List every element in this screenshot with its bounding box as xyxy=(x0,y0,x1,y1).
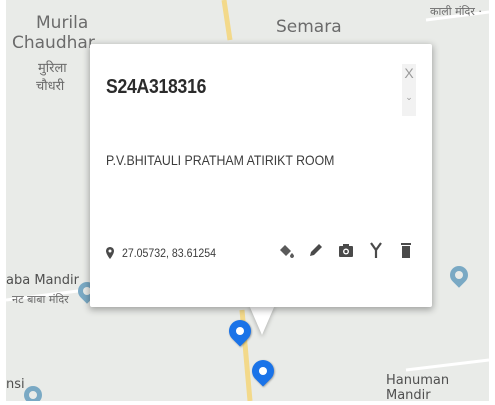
pencil-icon[interactable] xyxy=(306,240,326,260)
info-popup: S24A318316 X ⌄ P.V.BHITAULI PRATHAM ATIR… xyxy=(90,44,432,307)
coordinates-text: 27.05732, 83.61254 xyxy=(122,246,216,260)
close-icon: X xyxy=(404,65,414,81)
place-label-bottom-left: nsi xyxy=(6,377,25,392)
chevron-down-icon: ⌄ xyxy=(405,92,413,102)
place-label-chaudhari-hindi: चौधरी xyxy=(36,79,65,94)
place-label-murila-hindi: मुरिला xyxy=(38,61,67,76)
close-button[interactable]: X ⌄ xyxy=(402,64,416,116)
place-label-semara: Semara xyxy=(276,17,342,37)
place-label-baba-mandir-hindi: नट बाबा मंदिर xyxy=(12,293,69,306)
coordinates-row: 27.05732, 83.61254 xyxy=(106,246,229,260)
place-label-kali-mandir: काली मंदिर · xyxy=(430,5,482,18)
fork-icon[interactable] xyxy=(366,240,386,260)
popup-actions xyxy=(276,240,426,260)
location-pin-icon xyxy=(106,247,114,259)
popup-title: S24A318316 xyxy=(106,76,207,98)
place-label-baba-mandir: aba Mandir xyxy=(6,273,79,288)
paint-bucket-icon[interactable] xyxy=(276,240,296,260)
place-label-chaudhari: Chaudhar xyxy=(12,33,95,53)
trash-icon[interactable] xyxy=(396,240,416,260)
popup-pointer xyxy=(249,305,275,335)
place-label-murila: Murila xyxy=(36,13,89,33)
place-label-hanuman-mandir: Hanuman Mandir xyxy=(386,373,450,401)
camera-icon[interactable] xyxy=(336,240,356,260)
popup-description: P.V.BHITAULI PRATHAM ATIRIKT ROOM xyxy=(106,152,335,168)
